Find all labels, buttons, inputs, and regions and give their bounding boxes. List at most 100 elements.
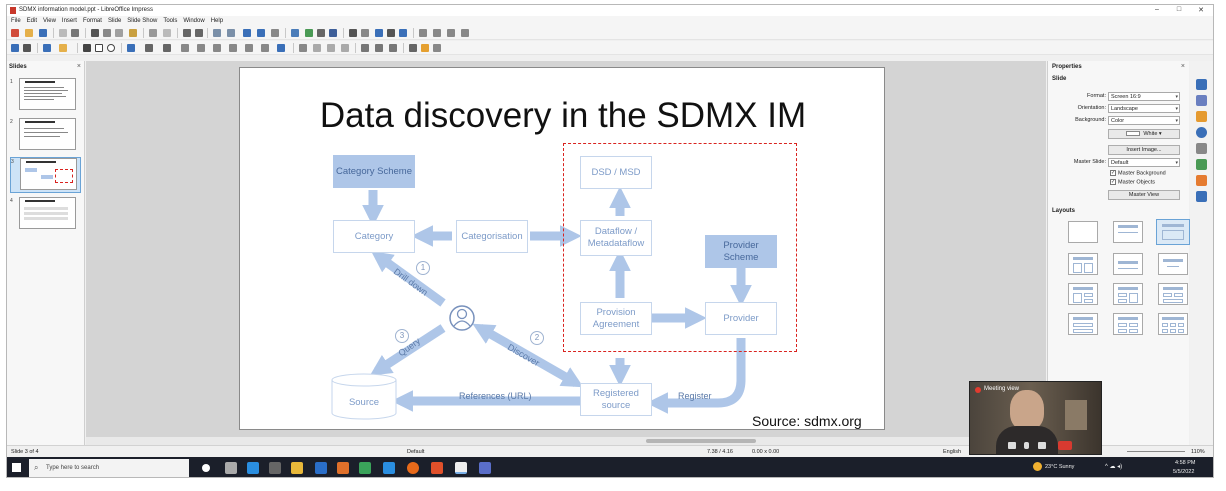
hyperlink-icon[interactable] [387,29,395,37]
layout-title-6content[interactable] [1158,313,1188,335]
master-slide-icon[interactable] [227,29,235,37]
background-dropdown[interactable]: Color ▾ [1108,116,1180,125]
menu-tools[interactable]: Tools [163,16,177,26]
fontwork-icon[interactable] [375,29,383,37]
box-category[interactable]: Category [333,220,415,253]
clock-date[interactable]: 5/5/2022 [1173,469,1194,475]
master-slide-dropdown[interactable]: Default ▾ [1108,158,1180,167]
libreoffice-impress-taskbar-icon[interactable] [455,462,467,474]
curve-icon[interactable] [145,44,153,52]
cortana-icon[interactable] [202,464,210,472]
scrollbar-thumb[interactable] [646,439,756,443]
menu-format[interactable]: Format [83,16,102,26]
layout-title-2content-over[interactable] [1158,283,1188,305]
layout-title-content-2content[interactable] [1068,283,1098,305]
minimize-button[interactable]: – [1147,6,1167,15]
app-icon-green[interactable] [359,462,371,474]
connector-icon[interactable] [163,44,171,52]
firefox-icon[interactable] [407,462,419,474]
menu-slide-show[interactable]: Slide Show [127,16,157,26]
align-icon[interactable] [313,44,321,52]
3d-objects-icon[interactable] [277,44,285,52]
toggle-extrusion-icon[interactable] [433,44,441,52]
orientation-dropdown[interactable]: Landscape ▾ [1108,104,1180,113]
undo-icon[interactable] [149,29,157,37]
select-arrow-icon[interactable] [11,44,19,52]
master-status[interactable]: Default [407,449,424,455]
properties-close-button[interactable]: × [1181,63,1185,70]
horizontal-scrollbar[interactable] [86,437,1046,445]
text-box-icon[interactable] [349,29,357,37]
comment-icon[interactable] [399,29,407,37]
duplicate-slide-icon[interactable] [271,29,279,37]
save-icon[interactable] [39,29,47,37]
fill-color-icon[interactable] [59,44,67,52]
line-color-icon[interactable] [43,44,51,52]
cut-icon[interactable] [91,29,99,37]
layout-title-2content[interactable] [1068,253,1098,275]
app-icon-red[interactable] [431,462,443,474]
menu-slide[interactable]: Slide [108,16,121,26]
open-folder-icon[interactable] [25,29,33,37]
slide-thumbnail[interactable]: 1 [10,78,81,114]
spelling-icon[interactable] [195,29,203,37]
layout-title-4content[interactable] [1113,313,1143,335]
arrange-icon[interactable] [327,44,335,52]
callouts-icon[interactable] [245,44,253,52]
language-status[interactable]: English [943,449,961,455]
color-picker-button[interactable]: White ▾ [1108,129,1180,139]
special-character-icon[interactable] [361,29,369,37]
file-explorer-icon[interactable] [291,462,303,474]
menu-window[interactable]: Window [183,16,204,26]
header-footer-icon[interactable] [419,29,427,37]
crop-icon[interactable] [375,44,383,52]
stars-icon[interactable] [261,44,269,52]
camera-icon[interactable] [1008,442,1016,449]
close-button[interactable]: ✕ [1191,6,1211,15]
slide-section-header[interactable]: Slide [1052,76,1066,82]
copy-icon[interactable] [103,29,111,37]
shapes-deck-icon[interactable] [1196,143,1207,154]
block-arrows-icon[interactable] [213,44,221,52]
rotate-icon[interactable] [299,44,307,52]
points-icon[interactable] [409,44,417,52]
layout-title-content[interactable] [1156,219,1190,245]
animation-deck-icon[interactable] [1196,175,1207,186]
new-slide-icon[interactable] [257,29,265,37]
clock-time[interactable]: 4:58 PM [1175,460,1195,466]
glue-points-icon[interactable] [421,44,429,52]
box-source[interactable]: Source [332,386,396,419]
box-registered-source[interactable]: Registered source [580,383,652,416]
zoom-status[interactable]: 110% [1191,449,1205,455]
gallery-deck-icon[interactable] [1196,111,1207,122]
flowchart-icon[interactable] [229,44,237,52]
clone-formatting-icon[interactable] [129,29,137,37]
layout-title-content-over[interactable] [1068,313,1098,335]
task-view-icon[interactable] [225,462,237,474]
display-views-icon[interactable] [213,29,221,37]
insert-image-button[interactable]: Insert Image... [1108,145,1180,155]
start-slideshow-icon[interactable] [243,29,251,37]
format-dropdown[interactable]: Screen 16:9 ▾ [1108,92,1180,101]
menu-help[interactable]: Help [211,16,223,26]
weather-text[interactable]: 23°C Sunny [1045,464,1074,470]
line-tool-icon[interactable] [83,44,91,52]
menu-file[interactable]: File [11,16,21,26]
share-screen-icon[interactable] [1038,442,1046,449]
layout-title-only[interactable] [1113,221,1143,243]
slide-thumbnail-selected[interactable]: 3 [10,157,81,193]
rectangle-tool-icon[interactable] [95,44,103,52]
show-draw-functions-icon[interactable] [461,29,469,37]
print-icon[interactable] [71,29,79,37]
taskbar-search-box[interactable]: ⌕ Type here to search [29,459,189,477]
image-icon[interactable] [305,29,313,37]
box-category-scheme[interactable]: Category Scheme [333,155,415,188]
navigator-deck-icon[interactable] [1196,127,1207,138]
slide-thumbnail[interactable]: 4 [10,197,81,233]
maximize-button[interactable]: □ [1169,6,1189,15]
basic-shapes-icon[interactable] [181,44,189,52]
master-objects-checkbox[interactable]: ✓ Master Objects [1110,179,1155,185]
zoom-icon[interactable] [23,44,31,52]
teams-icon[interactable] [479,462,491,474]
master-slides-deck-icon[interactable] [1196,191,1207,202]
